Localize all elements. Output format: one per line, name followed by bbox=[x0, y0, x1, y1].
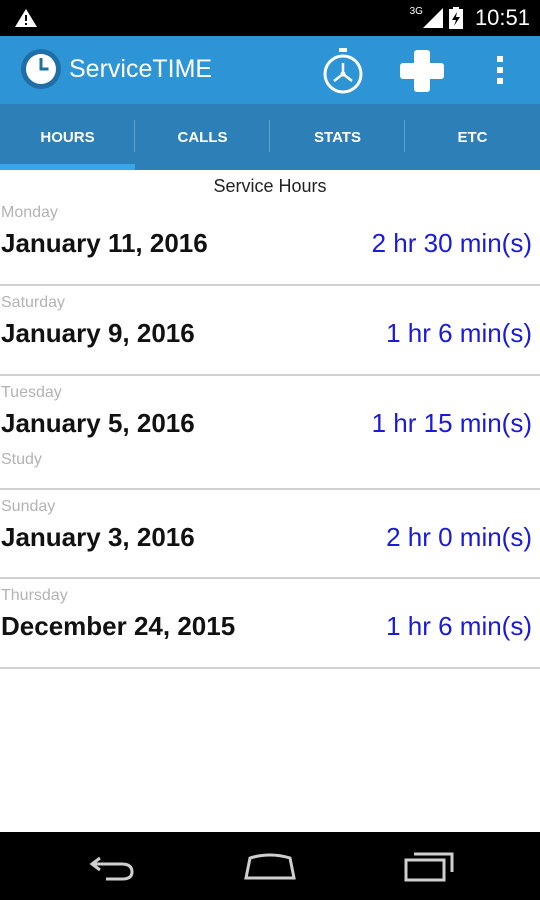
list-item[interactable]: Tuesday January 5, 2016 1 hr 15 min(s) S… bbox=[0, 376, 540, 490]
clock-logo-icon[interactable] bbox=[20, 48, 62, 90]
navigation-bar bbox=[0, 832, 540, 900]
tab-calls[interactable]: CALLS bbox=[135, 104, 270, 170]
entry-date: January 5, 2016 bbox=[1, 408, 195, 438]
entry-day: Tuesday bbox=[1, 384, 62, 401]
tab-hours[interactable]: HOURS bbox=[0, 104, 135, 170]
stopwatch-icon[interactable] bbox=[320, 46, 366, 96]
tab-bar: HOURS CALLS STATS ETC bbox=[0, 104, 540, 170]
entry-date: December 24, 2015 bbox=[1, 611, 236, 641]
entry-note: Study bbox=[1, 451, 42, 468]
entry-day: Saturday bbox=[1, 294, 66, 311]
entry-date: January 11, 2016 bbox=[1, 228, 208, 258]
entry-day: Monday bbox=[1, 204, 58, 221]
tab-label: HOURS bbox=[40, 128, 95, 146]
entry-date: January 9, 2016 bbox=[1, 318, 195, 348]
tab-label: ETC bbox=[457, 128, 488, 146]
status-bar: 3G 10:51 bbox=[0, 0, 540, 36]
battery-icon bbox=[448, 7, 463, 29]
status-indicators: 3G 10:51 bbox=[410, 0, 530, 36]
action-bar: ServiceTIME bbox=[0, 36, 540, 104]
recents-icon[interactable] bbox=[404, 850, 456, 882]
tab-etc[interactable]: ETC bbox=[405, 104, 540, 170]
list-item[interactable]: Sunday January 3, 2016 2 hr 0 min(s) bbox=[0, 490, 540, 579]
entry-date: January 3, 2016 bbox=[1, 522, 195, 552]
tab-label: STATS bbox=[314, 128, 361, 146]
tab-stats[interactable]: STATS bbox=[270, 104, 405, 170]
phone-screen: 3G 10:51 ServiceTIME HOURS CALLS STATS E… bbox=[0, 0, 540, 900]
entry-duration: 1 hr 15 min(s) bbox=[371, 408, 532, 438]
home-icon[interactable] bbox=[242, 850, 298, 882]
plus-icon[interactable] bbox=[398, 48, 446, 94]
signal-icon bbox=[422, 8, 443, 28]
back-icon[interactable] bbox=[88, 850, 138, 882]
entry-day: Thursday bbox=[1, 587, 68, 604]
overflow-menu-icon[interactable] bbox=[490, 52, 510, 88]
entry-duration: 2 hr 30 min(s) bbox=[371, 228, 532, 258]
entry-duration: 1 hr 6 min(s) bbox=[386, 318, 532, 348]
warning-icon bbox=[15, 9, 37, 27]
service-hours-list: Service Hours Monday January 11, 2016 2 … bbox=[0, 170, 540, 832]
list-item[interactable]: Monday January 11, 2016 2 hr 30 min(s) bbox=[0, 204, 540, 286]
list-item[interactable]: Thursday December 24, 2015 1 hr 6 min(s) bbox=[0, 579, 540, 669]
entry-duration: 2 hr 0 min(s) bbox=[386, 522, 532, 552]
section-title: Service Hours bbox=[213, 176, 327, 196]
status-time: 10:51 bbox=[474, 5, 530, 30]
network-type-label: 3G bbox=[409, 5, 423, 17]
app-title: ServiceTIME bbox=[69, 55, 213, 83]
entry-day: Sunday bbox=[1, 498, 56, 515]
entry-duration: 1 hr 6 min(s) bbox=[386, 611, 532, 641]
list-item[interactable]: Saturday January 9, 2016 1 hr 6 min(s) bbox=[0, 286, 540, 376]
tab-label: CALLS bbox=[177, 128, 228, 146]
